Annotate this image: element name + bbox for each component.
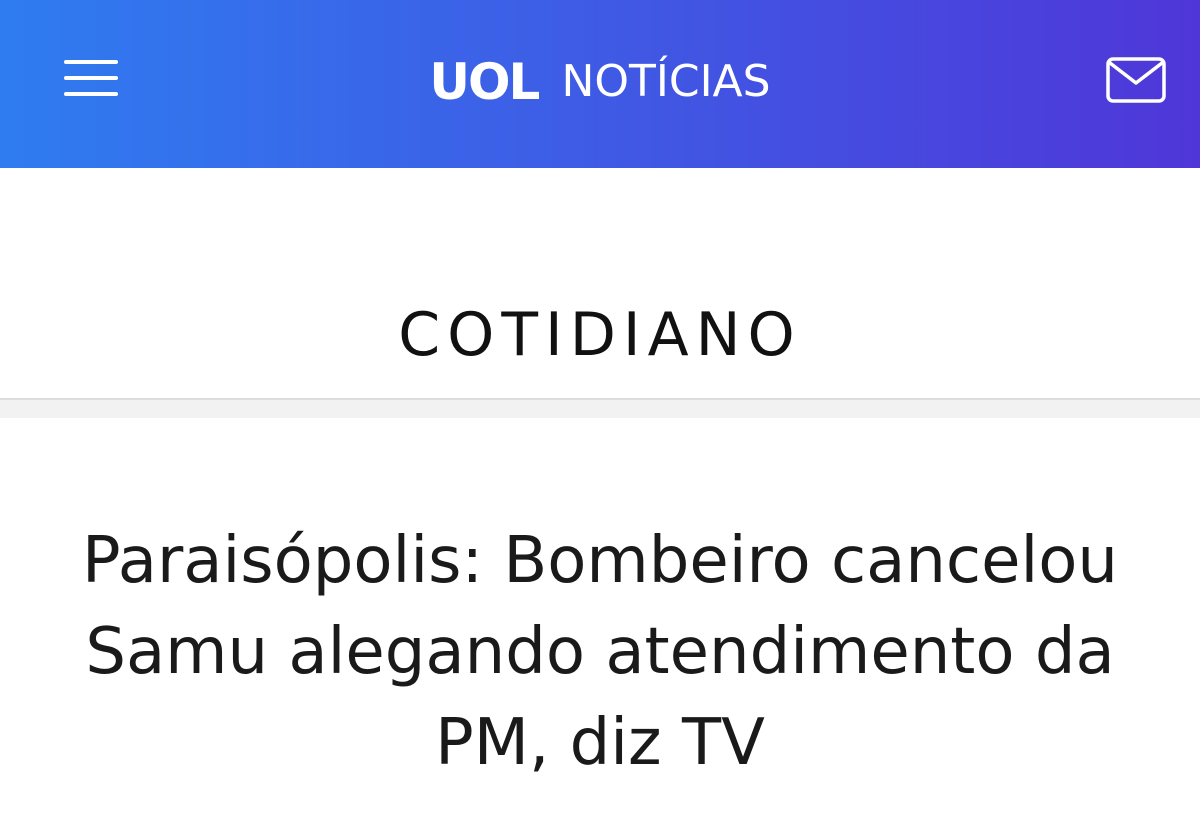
section-title[interactable]: COTIDIANO <box>0 300 1200 370</box>
top-navigation-bar: UOL NOTÍCIAS <box>0 0 1200 168</box>
uol-logo: UOL <box>429 53 540 111</box>
brand-section-name: NOTÍCIAS <box>561 56 771 107</box>
article-headline: Paraisópolis: Bombeiro cancelou Samu ale… <box>82 524 1118 780</box>
page: UOL NOTÍCIAS COTIDIANO Paraisópolis: Bom… <box>0 0 1200 828</box>
site-brand[interactable]: UOL NOTÍCIAS <box>0 52 1200 112</box>
section-header: COTIDIANO <box>0 168 1200 398</box>
article: Paraisópolis: Bombeiro cancelou Samu ale… <box>0 418 1200 828</box>
envelope-icon[interactable] <box>1106 57 1166 103</box>
section-divider <box>0 398 1200 418</box>
envelope-icon-graphic <box>1106 57 1166 103</box>
